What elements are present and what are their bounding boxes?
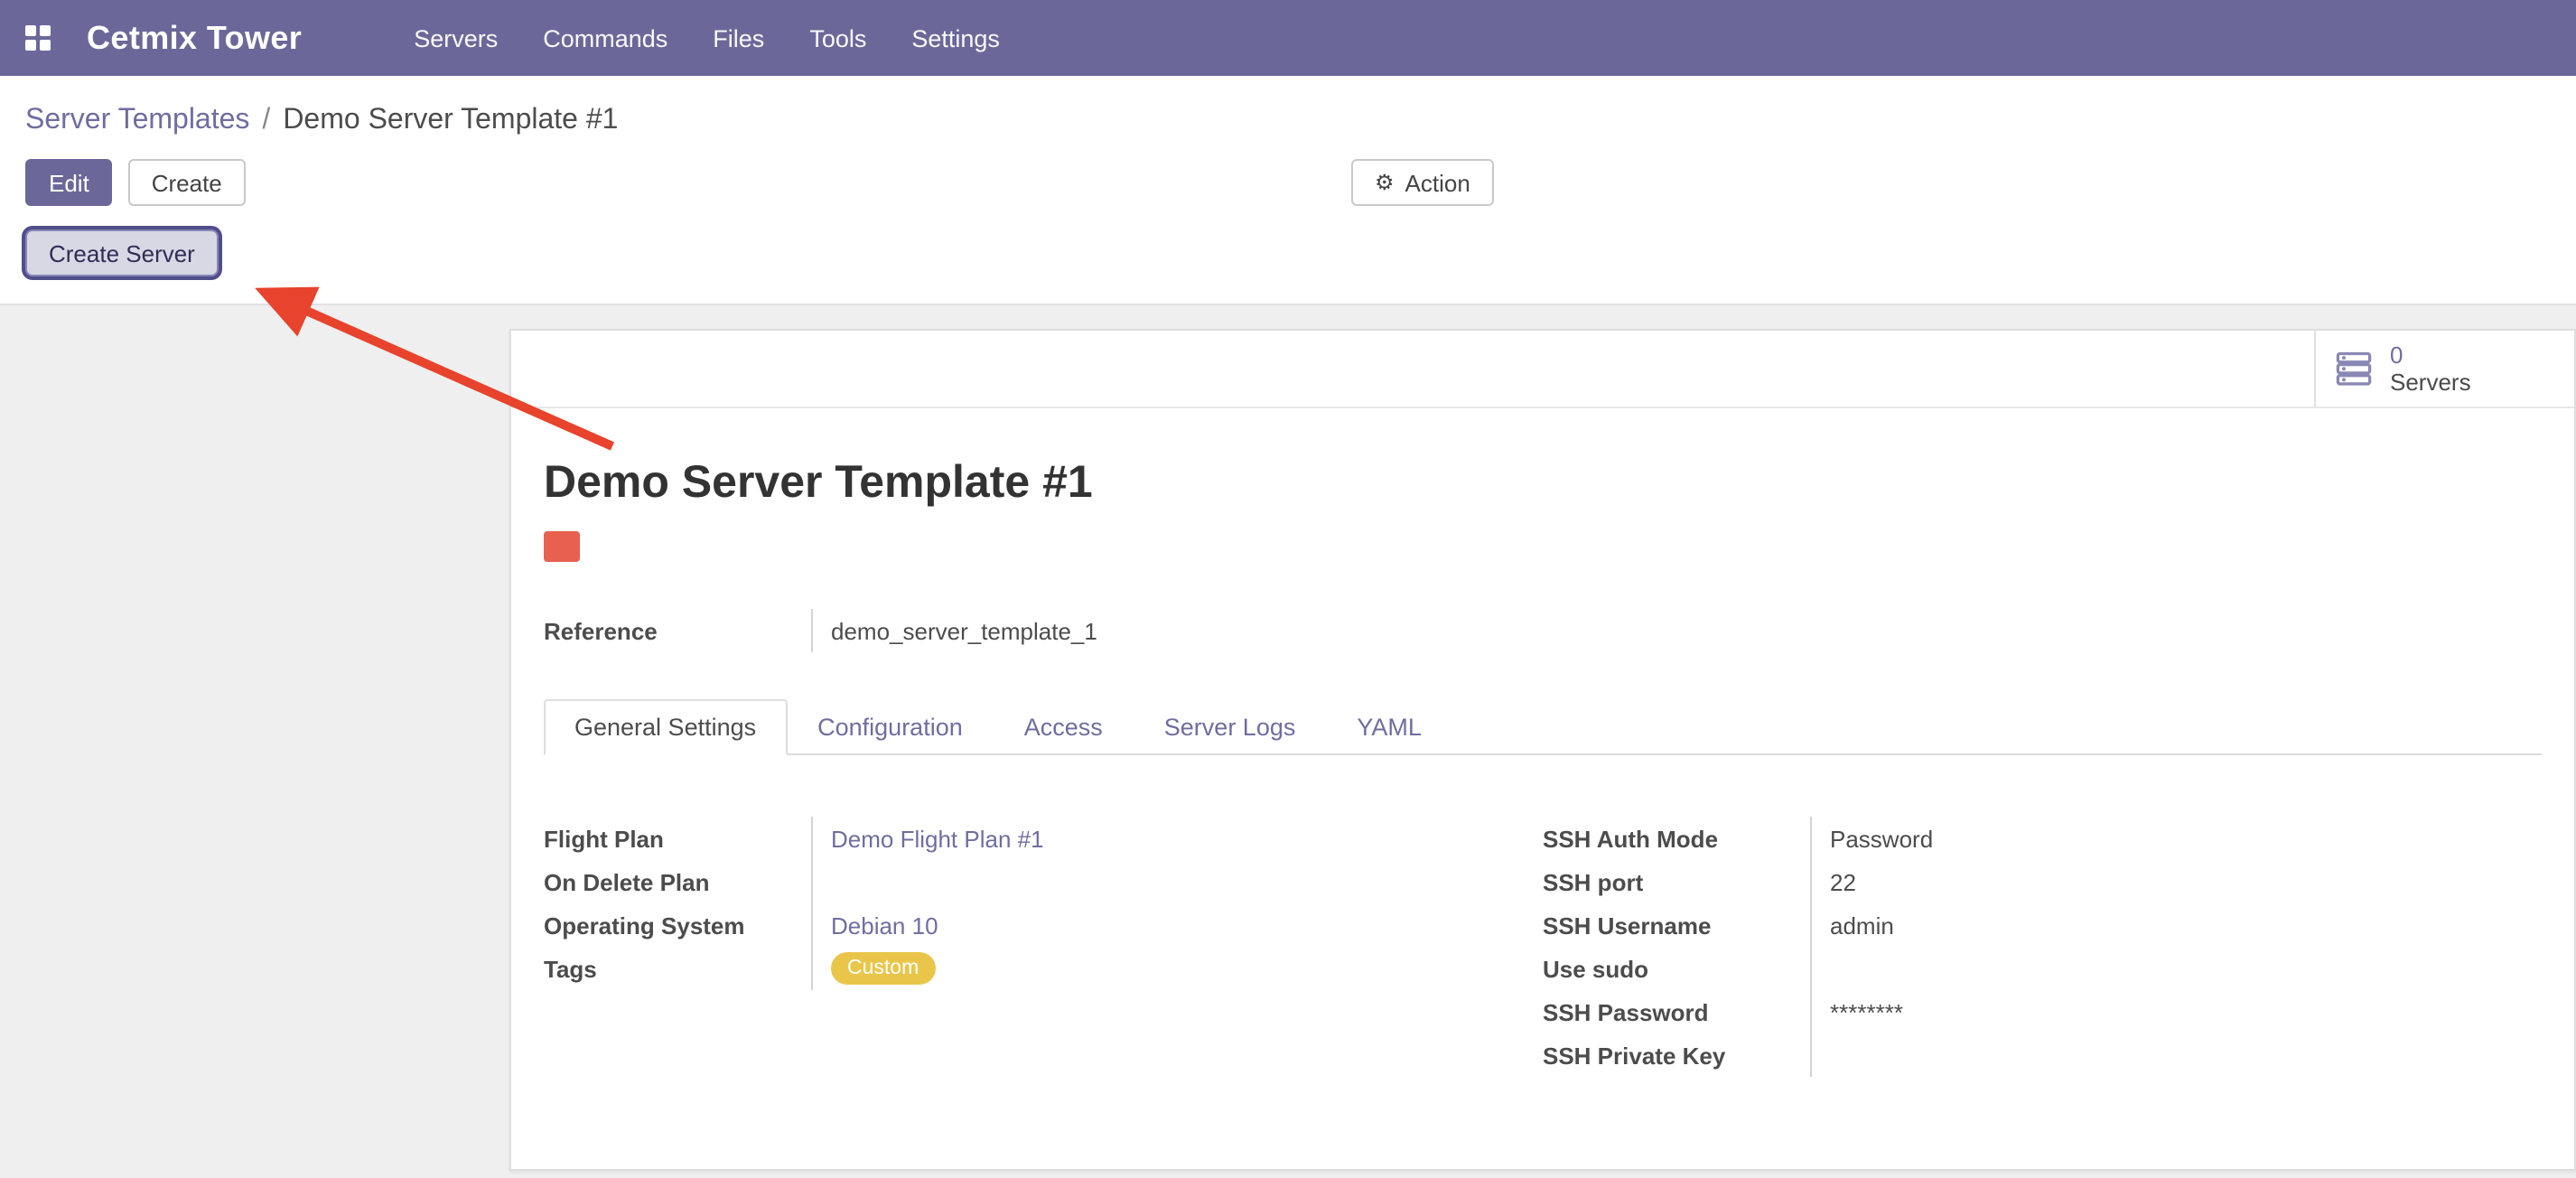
content-area: 0 Servers Demo Server Template #1 Refere… (0, 305, 2576, 1178)
servers-stat-text: 0 Servers (2390, 341, 2471, 396)
breadcrumb: Server Templates / Demo Server Template #1 (0, 76, 2576, 141)
flight-plan-value-link[interactable]: Demo Flight Plan #1 (831, 825, 1044, 852)
ssh-private-key-value (1810, 1033, 2542, 1077)
control-panel: Server Templates / Demo Server Template #1… (0, 76, 2576, 305)
tab-access[interactable]: Access (994, 699, 1134, 755)
breadcrumb-current: Demo Server Template #1 (283, 105, 618, 136)
on-delete-plan-label: On Delete Plan (544, 868, 811, 895)
top-navbar: Cetmix Tower Servers Commands Files Tool… (0, 0, 2576, 76)
reference-label: Reference (544, 617, 811, 644)
action-button[interactable]: ⚙ Action (1351, 159, 1494, 206)
ssh-username-label: SSH Username (1543, 912, 1810, 939)
field-ssh-private-key: SSH Private Key (1543, 1033, 2542, 1077)
breadcrumb-parent-link[interactable]: Server Templates (25, 105, 249, 136)
field-ssh-password: SSH Password ******** (1543, 990, 2542, 1033)
app-window: Cetmix Tower Servers Commands Files Tool… (0, 0, 2576, 1174)
tab-yaml[interactable]: YAML (1326, 699, 1452, 755)
servers-count: 0 (2390, 341, 2471, 369)
ssh-port-value: 22 (1810, 860, 2542, 903)
use-sudo-value (1810, 947, 2542, 990)
form-sheet: 0 Servers Demo Server Template #1 Refere… (509, 329, 2576, 1171)
tag-badge: Custom (831, 952, 935, 985)
use-sudo-label: Use sudo (1543, 955, 1810, 982)
brand-title[interactable]: Cetmix Tower (87, 19, 302, 57)
reference-value: demo_server_template_1 (811, 609, 1545, 652)
gear-icon: ⚙ (1375, 170, 1395, 195)
ssh-password-value: ******** (1810, 990, 2542, 1033)
main-menu: Servers Commands Files Tools Settings (414, 24, 1000, 51)
tab-configuration[interactable]: Configuration (787, 699, 994, 755)
action-button-label: Action (1405, 169, 1470, 196)
tab-server-logs[interactable]: Server Logs (1134, 699, 1327, 755)
fields-column-left: Flight Plan Demo Flight Plan #1 On Delet… (544, 817, 1543, 1077)
smart-buttons-row: Create Server (0, 229, 2576, 278)
servers-stat-button[interactable]: 0 Servers (2314, 331, 2574, 407)
field-ssh-username: SSH Username admin (1543, 903, 2542, 947)
field-ssh-port: SSH port 22 (1543, 860, 2542, 903)
apps-grid-icon[interactable] (25, 25, 51, 51)
breadcrumb-separator: / (262, 105, 270, 136)
server-stack-icon (2334, 349, 2374, 388)
sheet-body: Demo Server Template #1 Reference demo_s… (511, 455, 2574, 1077)
field-on-delete-plan: On Delete Plan (544, 860, 1543, 903)
fields-column-right: SSH Auth Mode Password SSH port 22 SSH U… (1543, 817, 2542, 1077)
operating-system-value-link[interactable]: Debian 10 (831, 912, 938, 939)
menu-item-commands[interactable]: Commands (543, 24, 667, 51)
flight-plan-label: Flight Plan (544, 825, 811, 852)
on-delete-plan-value (811, 860, 1543, 903)
field-operating-system: Operating System Debian 10 (544, 903, 1543, 947)
ssh-port-label: SSH port (1543, 868, 1810, 895)
create-button[interactable]: Create (128, 159, 246, 206)
ssh-auth-mode-label: SSH Auth Mode (1543, 825, 1810, 852)
color-swatch (544, 531, 580, 562)
general-settings-panel: Flight Plan Demo Flight Plan #1 On Delet… (544, 817, 2542, 1077)
edit-button[interactable]: Edit (25, 159, 113, 206)
field-tags: Tags Custom (544, 947, 1543, 990)
menu-item-settings[interactable]: Settings (911, 24, 1000, 51)
ssh-username-value: admin (1810, 903, 2542, 947)
toolbar-buttons-row: Edit Create ⚙ Action (0, 159, 2576, 206)
menu-item-servers[interactable]: Servers (414, 24, 498, 51)
menu-item-tools[interactable]: Tools (809, 24, 866, 51)
field-ssh-auth-mode: SSH Auth Mode Password (1543, 817, 2542, 860)
tags-label: Tags (544, 955, 811, 982)
operating-system-label: Operating System (544, 912, 811, 939)
reference-field: Reference demo_server_template_1 (544, 609, 1545, 652)
ssh-auth-mode-value: Password (1810, 817, 2542, 860)
sheet-button-box: 0 Servers (511, 331, 2574, 408)
record-title: Demo Server Template #1 (544, 455, 2542, 510)
notebook-tabs: General Settings Configuration Access Se… (544, 699, 2542, 755)
create-server-button[interactable]: Create Server (25, 229, 219, 276)
menu-item-files[interactable]: Files (713, 24, 764, 51)
ssh-password-label: SSH Password (1543, 998, 1810, 1025)
field-flight-plan: Flight Plan Demo Flight Plan #1 (544, 817, 1543, 860)
field-use-sudo: Use sudo (1543, 947, 2542, 990)
ssh-private-key-label: SSH Private Key (1543, 1042, 1810, 1069)
servers-count-label: Servers (2390, 369, 2471, 396)
tab-general-settings[interactable]: General Settings (544, 699, 787, 755)
